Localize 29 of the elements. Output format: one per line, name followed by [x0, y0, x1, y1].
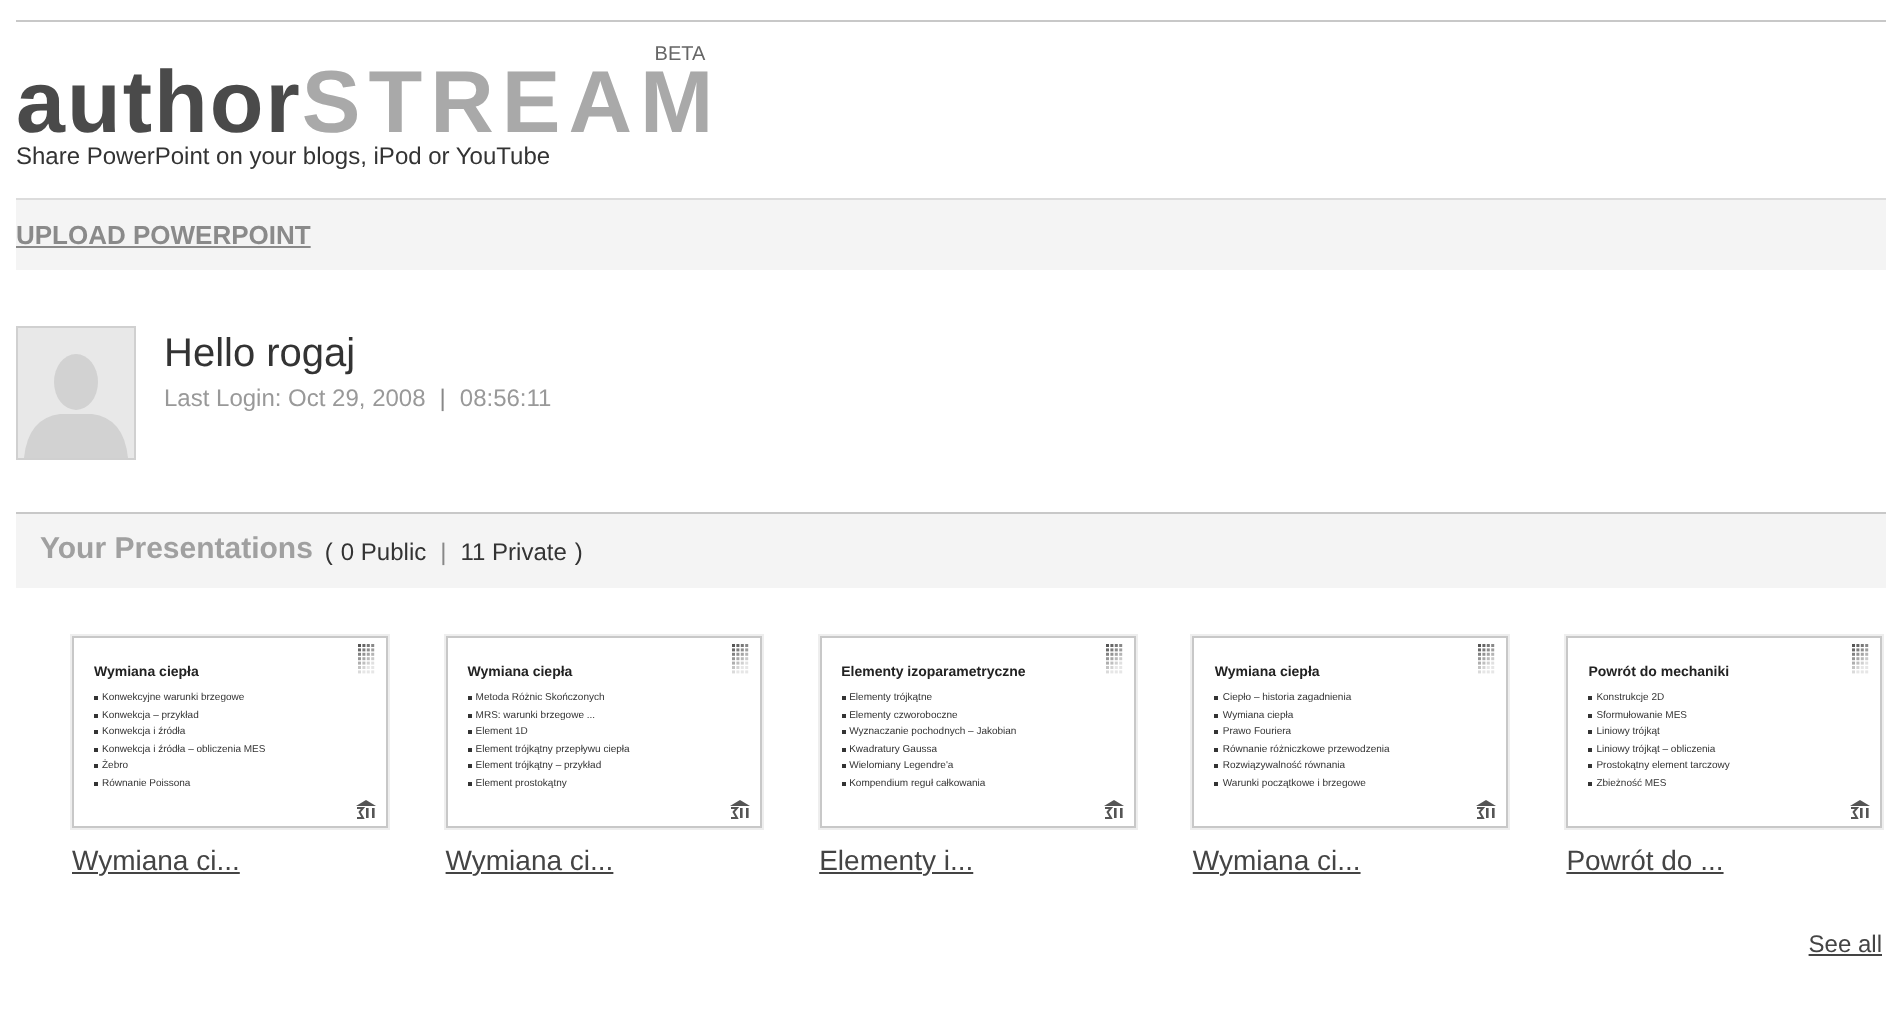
dot-grid-icon	[1478, 644, 1499, 676]
section-title: Your Presentations	[40, 530, 313, 571]
beta-label: BETA	[654, 46, 706, 66]
greeting: Hello rogaj	[164, 334, 356, 374]
last-login-date: Last Login: Oct 29, 2008	[164, 382, 426, 416]
presentation-link[interactable]: Wymiana ci...	[445, 840, 614, 882]
dot-grid-icon	[731, 644, 752, 676]
presentation-link[interactable]: Powrót do ...	[1566, 840, 1724, 882]
separator: |	[439, 382, 446, 416]
private-count: 11 Private	[460, 535, 567, 569]
presentation-link[interactable]: Elementy i...	[819, 840, 974, 882]
separator: |	[440, 535, 447, 569]
pillar-logo-icon	[354, 800, 378, 820]
last-login-time: 08:56:11	[459, 382, 552, 416]
dot-grid-icon	[1105, 644, 1126, 676]
see-all-link[interactable]: See all	[1808, 926, 1882, 962]
tagline: Share PowerPoint on your blogs, iPod or YouTube	[16, 144, 551, 168]
presentation-link[interactable]: Wymiana ci...	[72, 840, 240, 882]
bracket: (	[324, 535, 333, 569]
public-count: 0 Public	[340, 535, 427, 569]
pillar-logo-icon	[1474, 800, 1499, 820]
logo-text[interactable]: authorSTREAM	[16, 66, 722, 142]
pillar-logo-icon	[1848, 800, 1873, 820]
bracket: )	[574, 535, 583, 569]
presentation-link[interactable]: Wymiana ci...	[1192, 840, 1361, 882]
dot-grid-icon	[358, 644, 378, 676]
pillar-logo-icon	[1101, 800, 1126, 820]
pillar-logo-icon	[727, 800, 752, 820]
dot-grid-icon	[1852, 644, 1873, 676]
